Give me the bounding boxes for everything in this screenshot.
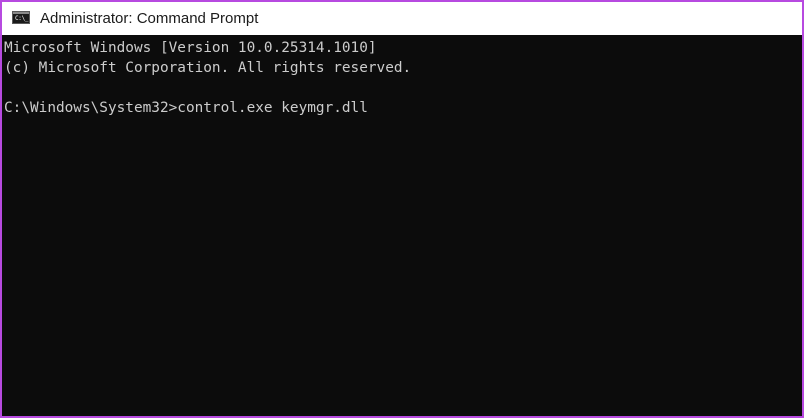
console-line-version: Microsoft Windows [Version 10.0.25314.10… — [4, 40, 377, 56]
console-line-copyright: (c) Microsoft Corporation. All rights re… — [4, 60, 412, 76]
console-output-area[interactable]: Microsoft Windows [Version 10.0.25314.10… — [2, 35, 802, 416]
command-prompt-icon: C:\_ — [12, 11, 30, 24]
command-prompt-icon-glyph: C:\_ — [15, 15, 29, 22]
console-line-command-prompt[interactable]: C:\Windows\System32>control.exe keymgr.d… — [4, 98, 802, 118]
command-prompt-window: C:\_ Administrator: Command Prompt Micro… — [0, 0, 804, 418]
title-bar[interactable]: C:\_ Administrator: Command Prompt — [2, 2, 802, 35]
window-title: Administrator: Command Prompt — [40, 10, 259, 27]
